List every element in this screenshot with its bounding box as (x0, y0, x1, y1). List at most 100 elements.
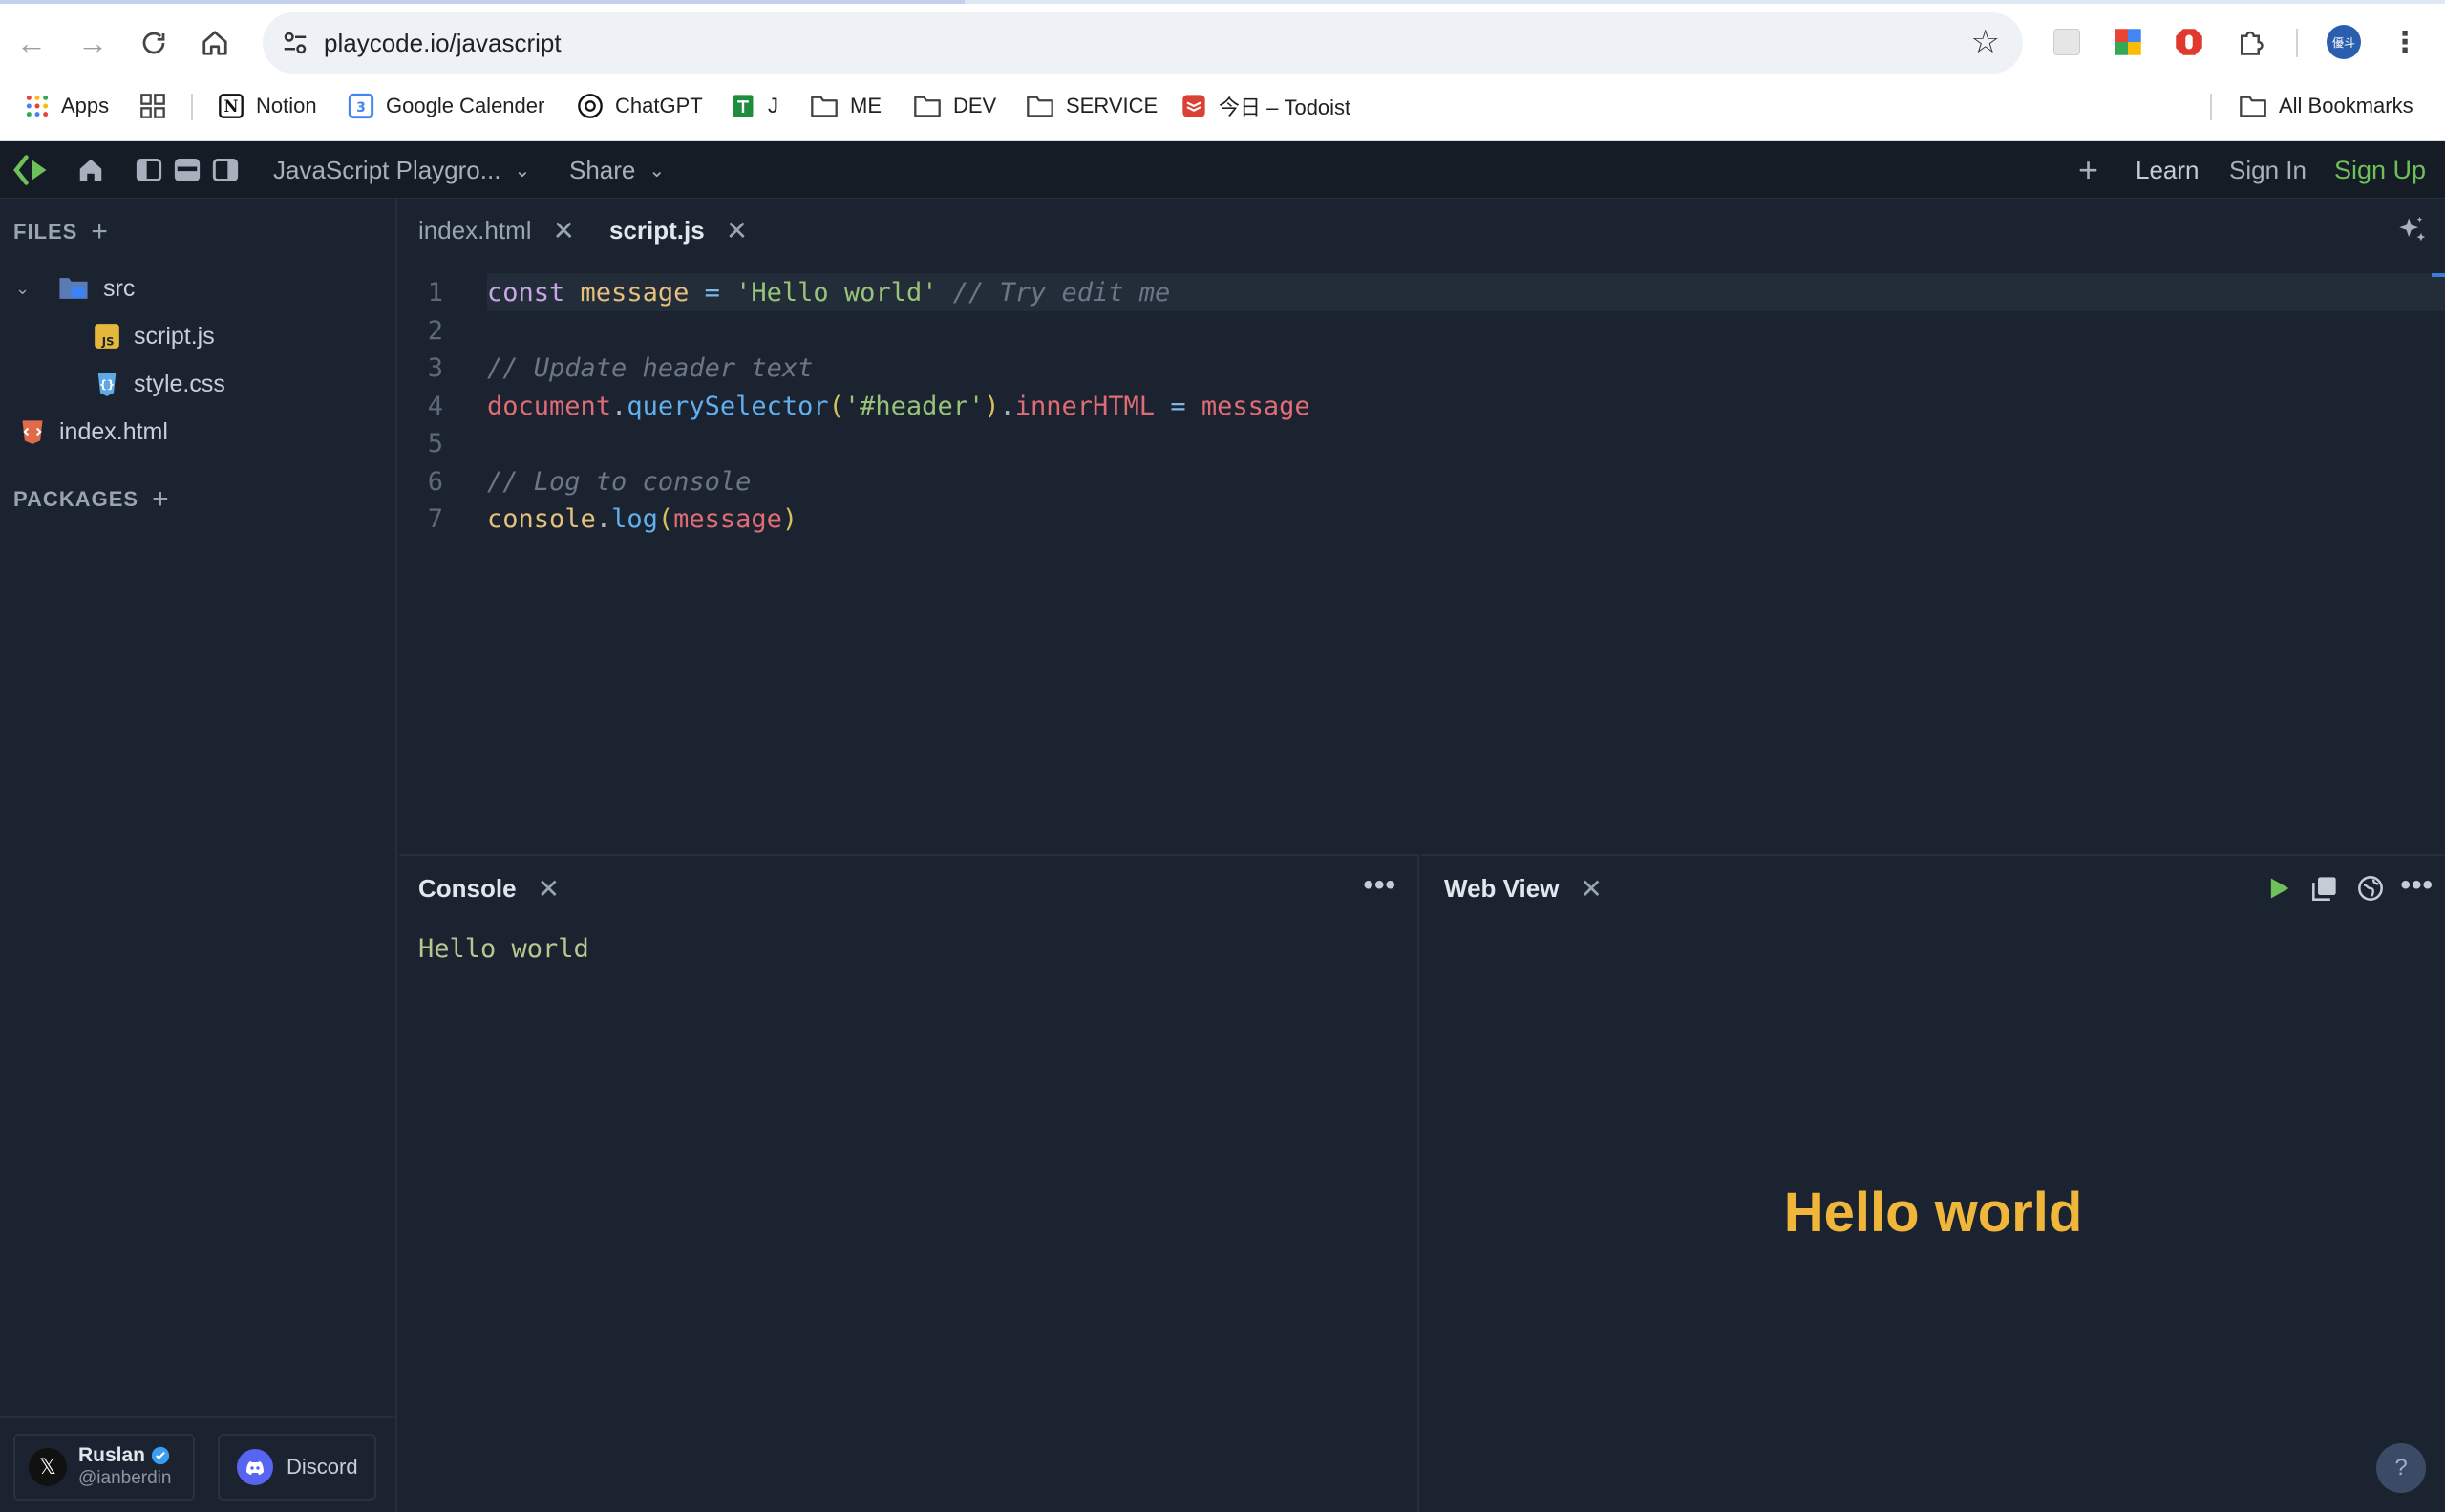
globe-icon[interactable] (2357, 875, 2384, 906)
close-icon[interactable]: ✕ (538, 873, 560, 905)
code-line-6[interactable]: 6 // Log to console (399, 462, 752, 500)
folder-icon (2240, 96, 2266, 117)
project-title-menu[interactable]: JavaScript Playgro... ⌄ (273, 141, 530, 199)
layout-right-icon[interactable] (212, 141, 239, 199)
bookmark-folder-dev[interactable]: DEV (913, 84, 996, 128)
author-x-link[interactable]: 𝕏 Ruslan @ianberdin (13, 1434, 195, 1501)
tab-console[interactable]: Console ✕ (418, 856, 560, 921)
sign-up-label: Sign Up (2334, 155, 2427, 184)
bookmark-folder-service[interactable]: SERVICE (1026, 84, 1158, 128)
app-header: JavaScript Playgro... ⌄ Share ⌄ + Learn … (0, 141, 2445, 199)
bookmark-chatgpt[interactable]: ChatGPT (577, 84, 703, 128)
line-number: 7 (427, 503, 443, 534)
code-line-4[interactable]: 4 document. querySelector('#header'). inne… (399, 387, 1310, 425)
bookmark-j[interactable]: J (730, 84, 778, 128)
tree-folder-src[interactable]: ⌄ src (15, 267, 135, 309)
bookmark-star-icon[interactable]: ☆ (1971, 26, 2000, 58)
close-icon[interactable]: ✕ (1580, 873, 1602, 905)
layout-left-icon[interactable] (136, 141, 162, 199)
bookmark-label: Google Calender (386, 94, 545, 117)
bookmark-label: DEV (953, 94, 997, 117)
code-editor[interactable]: 1 const message = 'Hello world' // Try e… (399, 262, 2445, 854)
address-bar[interactable]: playcode.io/javascript ☆ (263, 12, 2023, 74)
webview-header-text: Hello world (1783, 1182, 2083, 1244)
webview-panel: Web View ✕ ••• Hello world ? (1421, 854, 2445, 1512)
scrollbar-marker (2432, 273, 2445, 277)
sign-in-link[interactable]: Sign In (2229, 141, 2307, 199)
close-icon[interactable]: ✕ (726, 215, 748, 246)
run-play-icon[interactable] (2265, 875, 2292, 906)
code-line-2[interactable]: 2 (399, 311, 487, 350)
folder-icon (1027, 96, 1053, 117)
browser-chrome: ← → playcode.io/javascript ☆ 優斗 ⋮ Apps N… (0, 0, 2445, 141)
calendar-icon: 3 (348, 93, 374, 119)
tree-file-script[interactable]: JS script.js (94, 315, 215, 357)
share-label: Share (569, 155, 636, 184)
close-icon[interactable]: ✕ (553, 215, 575, 246)
add-file-icon[interactable]: + (91, 218, 109, 246)
sign-up-link[interactable]: Sign Up (2334, 141, 2426, 199)
editor-tab-bar: index.html ✕ script.js ✕ (399, 199, 2445, 262)
tab-web-view[interactable]: Web View ✕ (1444, 856, 1603, 921)
verified-badge-icon (151, 1446, 170, 1464)
bookmark-label: J (768, 94, 778, 117)
bookmark-all-bookmarks[interactable]: All Bookmarks (2239, 84, 2413, 128)
playcode-logo-icon[interactable] (13, 141, 53, 199)
packages-title: PACKAGES (13, 487, 139, 511)
code-line-1[interactable]: 1 const message = 'Hello world' // Try e… (399, 273, 1171, 311)
tree-file-style[interactable]: {} style.css (94, 363, 225, 405)
back-icon[interactable]: ← (8, 19, 55, 67)
adblock-extension-icon[interactable] (2172, 25, 2206, 59)
discord-link[interactable]: Discord (218, 1434, 376, 1501)
new-project-plus-icon[interactable]: + (2078, 141, 2098, 199)
sign-in-label: Sign In (2229, 155, 2307, 184)
tab-groups-icon[interactable] (139, 84, 166, 128)
layout-bottom-icon[interactable] (174, 141, 201, 199)
console-more-icon[interactable]: ••• (1363, 869, 1396, 902)
webview-more-icon[interactable]: ••• (2400, 869, 2434, 902)
url-text[interactable]: playcode.io/javascript (324, 29, 562, 58)
learn-link[interactable]: Learn (2136, 141, 2200, 199)
tab-index-html[interactable]: index.html ✕ (418, 199, 575, 262)
profile-avatar[interactable]: 優斗 (2327, 25, 2361, 59)
code-line-3[interactable]: 3 // Update header text (399, 349, 814, 387)
line-number: 1 (427, 277, 443, 308)
css-file-icon: {} (97, 373, 117, 396)
site-settings-icon[interactable] (278, 26, 312, 60)
code-line-7[interactable]: 7 console. log(message) (399, 500, 797, 538)
bookmark-folder-me[interactable]: ME (810, 84, 882, 128)
sheets-icon (733, 95, 754, 117)
ai-sparkle-icon[interactable] (2395, 214, 2428, 251)
bookmarks-bar: Apps N Notion 3 Google Calender ChatGPT … (0, 84, 2445, 128)
notion-icon: N (219, 94, 244, 118)
bookmark-label: ME (850, 94, 882, 117)
google-extension-icon[interactable] (2111, 25, 2145, 59)
files-section-header: FILES + (13, 218, 109, 246)
home-icon[interactable] (76, 141, 105, 199)
bookmark-label: 今日 – Todoist (1219, 96, 1351, 119)
open-in-new-window-icon[interactable] (2311, 875, 2338, 906)
forward-icon[interactable]: → (69, 19, 117, 67)
folder-icon (914, 96, 941, 117)
tab-label: index.html (418, 215, 532, 245)
bookmark-notion[interactable]: N Notion (218, 84, 317, 128)
bookmark-apps[interactable]: Apps (25, 84, 109, 128)
chevron-down-icon: ⌄ (648, 160, 666, 181)
code-line-5[interactable]: 5 (399, 424, 487, 462)
tree-file-index[interactable]: index.html (19, 411, 168, 453)
console-panel: Console ✕ ••• Hello world (399, 854, 1419, 1512)
share-menu[interactable]: Share ⌄ (569, 141, 665, 199)
extension-icon[interactable] (2050, 25, 2084, 59)
bookmark-label: ChatGPT (615, 94, 703, 117)
help-icon[interactable]: ? (2376, 1443, 2426, 1493)
extensions-puzzle-icon[interactable] (2233, 25, 2267, 59)
add-package-icon[interactable]: + (152, 485, 170, 514)
bookmark-google-calendar[interactable]: 3 Google Calender (348, 84, 544, 128)
bookmark-todoist[interactable]: 今日 – Todoist (1180, 84, 1350, 128)
tab-script-js[interactable]: script.js ✕ (609, 199, 748, 262)
browser-menu-icon[interactable]: ⋮ (2388, 25, 2422, 59)
author-handle: @ianberdin (78, 1467, 172, 1488)
home-icon[interactable] (191, 19, 239, 67)
reload-icon[interactable] (130, 19, 178, 67)
file-sidebar: FILES + ⌄ src JS script.js {} style.css … (0, 199, 397, 1512)
